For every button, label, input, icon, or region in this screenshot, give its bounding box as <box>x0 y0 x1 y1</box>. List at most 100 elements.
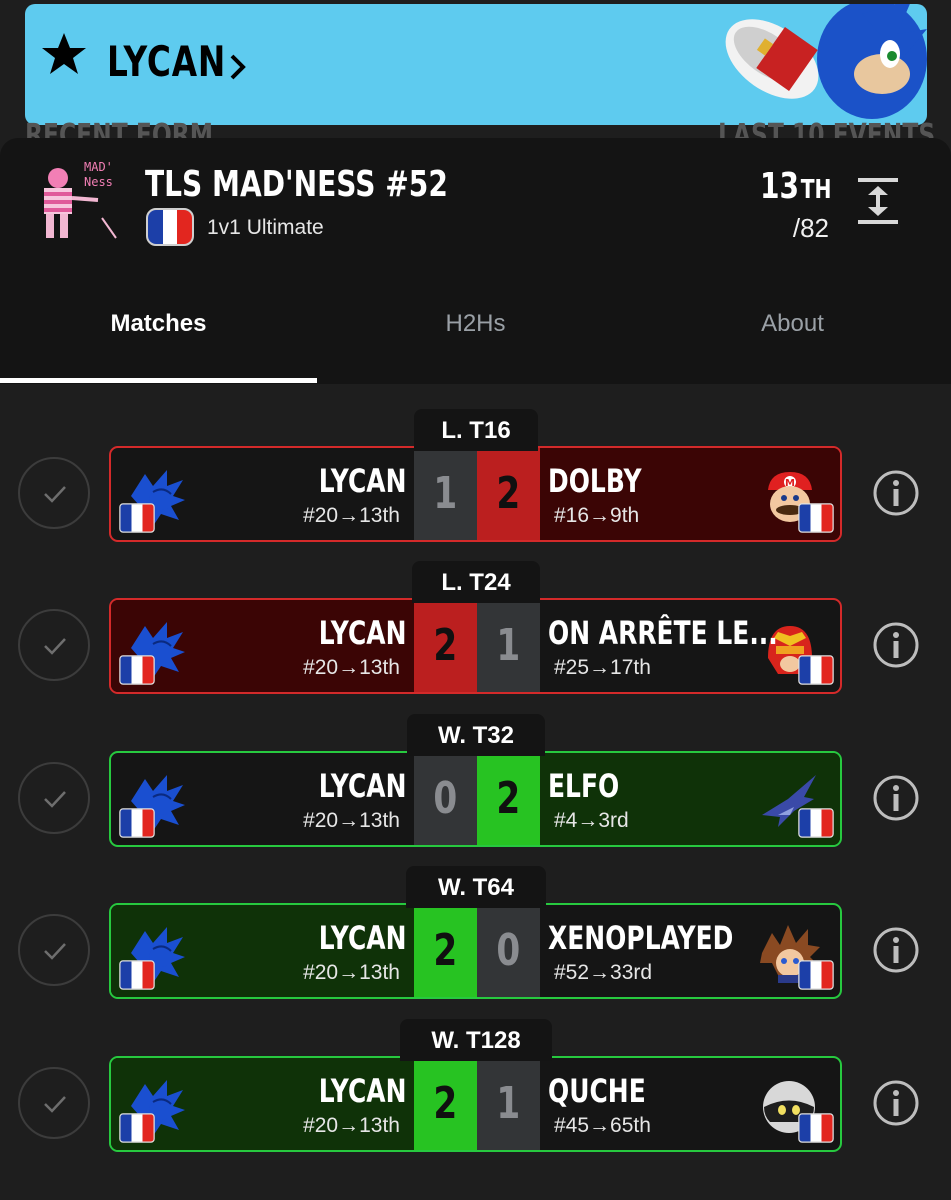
player-name: LYCAN <box>318 1072 406 1110</box>
placement-suffix: TH <box>800 175 831 205</box>
check-icon <box>44 1096 66 1113</box>
player-seed: #20→13th <box>303 504 400 527</box>
match-complete-check[interactable] <box>18 1067 90 1139</box>
player-score-value: 2 <box>433 925 458 976</box>
match-card[interactable]: LYCAN #20→13th 0 2 ELFO #4→3rd <box>109 751 842 847</box>
opponent-side[interactable]: XENOPLAYED #52→33rd <box>540 905 840 997</box>
opponent-seed: #16→9th <box>554 504 640 527</box>
france-flag-icon <box>798 1113 834 1148</box>
france-flag-icon <box>798 960 834 995</box>
placement: 13TH <box>749 166 831 207</box>
player-score: 2 <box>414 905 477 997</box>
info-icon[interactable] <box>872 469 920 517</box>
opponent-name: ELFO <box>548 767 620 805</box>
match-complete-check[interactable] <box>18 457 90 529</box>
player-name: LYCAN <box>318 462 406 500</box>
tab-bar: Matches H2Hs About <box>0 288 951 384</box>
france-flag-icon <box>798 655 834 690</box>
match-row[interactable]: LYCAN #20→13th 2 0 XENOPLAYED #52→33rd W… <box>0 866 951 999</box>
opponent-seed: #25→17th <box>554 656 651 679</box>
banner-player-name: LYCAN <box>107 37 227 86</box>
france-flag-icon <box>146 208 194 246</box>
expand-vertical-icon[interactable] <box>856 176 900 226</box>
opponent-name: ON ARRÊTE LE... <box>548 614 778 652</box>
opponent-side[interactable]: ON ARRÊTE LE... #25→17th <box>540 600 840 692</box>
round-label: W. T32 <box>407 714 545 756</box>
match-row[interactable]: LYCAN #20→13th 2 1 ON ARRÊTE LE... #25→1… <box>0 561 951 694</box>
info-icon[interactable] <box>872 1079 920 1127</box>
player-side: LYCAN #20→13th <box>111 905 414 997</box>
player-seed: #20→13th <box>303 809 400 832</box>
match-row[interactable]: LYCAN #20→13th 2 1 QUCHE #45→65th W. T12… <box>0 1019 951 1152</box>
event-name: 1v1 Ultimate <box>207 216 324 239</box>
player-score: 1 <box>414 448 477 540</box>
player-side: LYCAN #20→13th <box>111 1058 414 1150</box>
tournament-title: TLS MAD'NESS #52 <box>145 164 448 205</box>
check-icon <box>44 943 66 960</box>
info-icon[interactable] <box>872 774 920 822</box>
player-name: LYCAN <box>318 614 406 652</box>
player-name: LYCAN <box>318 919 406 957</box>
logo-text: MAD' Ness <box>84 160 113 189</box>
player-banner[interactable]: LYCAN <box>25 4 927 125</box>
star-icon[interactable] <box>40 30 88 78</box>
player-score-value: 2 <box>433 620 458 671</box>
player-score: 2 <box>414 1058 477 1150</box>
player-name: LYCAN <box>318 767 406 805</box>
tournament-panel: MAD' Ness TLS MAD'NESS #52 1v1 Ultimate … <box>0 138 951 384</box>
placement-total: /82 <box>792 213 829 243</box>
round-label: L. T24 <box>412 561 540 603</box>
tab-matches[interactable]: Matches <box>0 310 317 338</box>
match-card[interactable]: LYCAN #20→13th 2 1 ON ARRÊTE LE... #25→1… <box>109 598 842 694</box>
player-score: 0 <box>414 753 477 845</box>
tab-about[interactable]: About <box>634 310 951 338</box>
info-icon[interactable] <box>872 621 920 669</box>
check-icon <box>44 791 66 808</box>
round-label: W. T64 <box>406 866 546 908</box>
france-flag-icon <box>798 503 834 538</box>
opponent-side[interactable]: M DOLBY #16→9th <box>540 448 840 540</box>
opponent-score: 1 <box>477 600 540 692</box>
player-side: LYCAN #20→13th <box>111 753 414 845</box>
match-card[interactable]: LYCAN #20→13th 2 1 QUCHE #45→65th <box>109 1056 842 1152</box>
france-flag-icon <box>798 808 834 843</box>
player-side: LYCAN #20→13th <box>111 448 414 540</box>
match-card[interactable]: LYCAN #20→13th 2 0 XENOPLAYED #52→33rd <box>109 903 842 999</box>
match-card[interactable]: LYCAN #20→13th 1 2 M DOLBY #16→9th <box>109 446 842 542</box>
player-seed: #20→13th <box>303 656 400 679</box>
opponent-name: XENOPLAYED <box>548 919 734 957</box>
player-side: LYCAN #20→13th <box>111 600 414 692</box>
tournament-logo: MAD' Ness <box>36 158 132 246</box>
france-flag-icon <box>119 1113 155 1148</box>
match-row[interactable]: LYCAN #20→13th 0 2 ELFO #4→3rd W. T32 <box>0 714 951 847</box>
tab-h2hs[interactable]: H2Hs <box>317 310 634 338</box>
opponent-score: 0 <box>477 905 540 997</box>
player-seed: #20→13th <box>303 1114 400 1137</box>
opponent-side[interactable]: ELFO #4→3rd <box>540 753 840 845</box>
match-complete-check[interactable] <box>18 914 90 986</box>
opponent-score-value: 2 <box>496 773 521 824</box>
match-complete-check[interactable] <box>18 609 90 681</box>
opponent-seed: #4→3rd <box>554 809 629 832</box>
opponent-score: 1 <box>477 1058 540 1150</box>
chevron-right-icon[interactable] <box>228 52 248 82</box>
opponent-score-value: 1 <box>496 620 521 671</box>
player-seed: #20→13th <box>303 961 400 984</box>
check-icon <box>44 486 66 503</box>
france-flag-icon <box>119 808 155 843</box>
france-flag-icon <box>119 503 155 538</box>
player-score: 2 <box>414 600 477 692</box>
opponent-side[interactable]: QUCHE #45→65th <box>540 1058 840 1150</box>
placement-number: 13 <box>760 166 800 207</box>
round-label: L. T16 <box>414 409 538 451</box>
info-icon[interactable] <box>872 926 920 974</box>
opponent-score: 2 <box>477 753 540 845</box>
opponent-score-value: 2 <box>496 468 521 519</box>
match-row[interactable]: LYCAN #20→13th 1 2 M DOLBY #16→9th L. T1… <box>0 409 951 542</box>
round-label: W. T128 <box>400 1019 552 1061</box>
sonic-artwork <box>725 4 927 119</box>
player-score-value: 1 <box>433 468 458 519</box>
player-score-value: 0 <box>433 773 458 824</box>
player-score-value: 2 <box>433 1078 458 1129</box>
match-complete-check[interactable] <box>18 762 90 834</box>
